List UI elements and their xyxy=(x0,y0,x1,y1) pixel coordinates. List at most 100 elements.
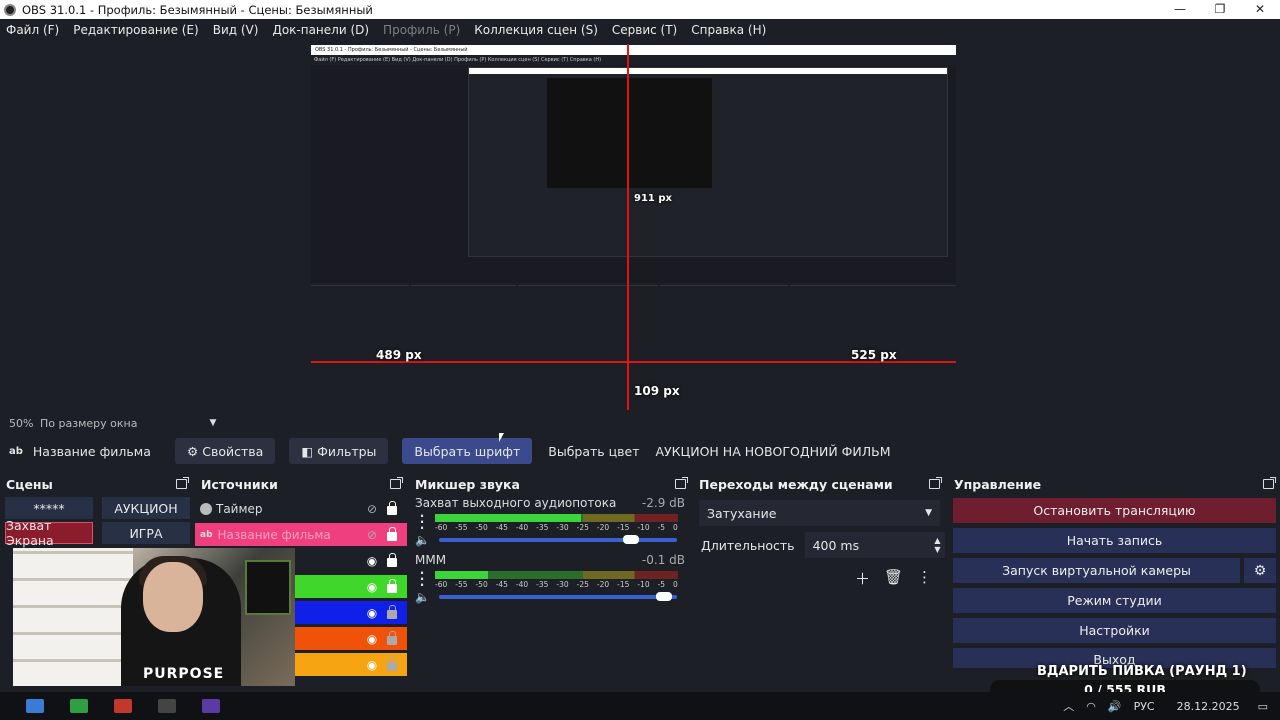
maximize-button[interactable]: ❐ xyxy=(1200,0,1240,19)
source-label: Таймер xyxy=(216,501,263,516)
notification-icon[interactable]: ▭ xyxy=(1258,700,1268,713)
transitions-dock: Переходы между сценами Затухание ▼ Длите… xyxy=(693,474,946,686)
nested-sources-panel xyxy=(411,285,516,410)
add-icon[interactable]: ＋ xyxy=(855,568,870,589)
filters-button[interactable]: ◧ Фильтры xyxy=(289,438,389,464)
menu-file[interactable]: Файл (F) xyxy=(6,23,59,37)
properties-label: Свойства xyxy=(202,443,264,459)
start-record-button[interactable]: Начать запись xyxy=(953,528,1276,553)
transition-select[interactable]: Затухание ▼ xyxy=(699,500,940,526)
virtual-cam-button[interactable]: Запуск виртуальной камеры xyxy=(953,558,1240,583)
scale-tick: -5 xyxy=(657,580,666,589)
studio-mode-button[interactable]: Режим студии xyxy=(953,588,1276,613)
source-item[interactable]: Таймер ⊘ xyxy=(195,497,407,520)
measure-label-top: 911 px xyxy=(634,193,672,204)
streamer-face xyxy=(143,562,203,632)
eye-icon[interactable]: ◉ xyxy=(365,606,379,620)
explorer-icon[interactable] xyxy=(26,699,44,713)
lock-icon[interactable] xyxy=(387,605,397,619)
eye-hidden-icon[interactable]: ⊘ xyxy=(365,528,379,542)
menu-tools[interactable]: Сервис (T) xyxy=(612,23,677,37)
choose-color-button[interactable]: Выбрать цвет xyxy=(536,438,651,464)
popout-icon[interactable] xyxy=(1263,477,1276,489)
meter-row: · · · -60 -55 -50 -45 -40 -35 -30 -25 -20 -15 -10 -5 0 xyxy=(415,567,692,591)
eye-icon[interactable]: ◉ xyxy=(365,658,379,672)
scale-tick: -20 xyxy=(596,580,610,589)
measure-label-right: 525 px xyxy=(851,348,897,362)
popout-icon[interactable] xyxy=(675,477,688,489)
window-controls: — ❐ ✕ xyxy=(1160,0,1280,19)
meter-row: · · · -60 -55 -50 -45 -40 -35 -30 -25 -20 -15 -10 -5 0 xyxy=(415,510,692,534)
slider-knob[interactable] xyxy=(656,592,673,601)
volume-slider[interactable] xyxy=(439,592,677,601)
mixer-header: Микшер звука xyxy=(409,474,692,494)
obs-taskbar-icon[interactable] xyxy=(158,699,176,713)
menu-view[interactable]: Вид (V) xyxy=(213,23,259,37)
browser-icon[interactable] xyxy=(70,699,88,713)
volume-meter: -60 -55 -50 -45 -40 -35 -30 -25 -20 -15 -10 -5 0 xyxy=(435,514,678,532)
language-indicator[interactable]: РУС xyxy=(1134,700,1155,713)
source-item[interactable]: ab Название фильма ⊘ xyxy=(195,523,407,546)
eye-icon[interactable]: ◉ xyxy=(365,554,379,568)
lock-icon[interactable] xyxy=(387,631,397,645)
gear-icon[interactable]: ⚙ xyxy=(1244,558,1276,583)
app-icon[interactable] xyxy=(114,699,132,713)
lock-icon[interactable] xyxy=(387,553,397,567)
slider-knob[interactable] xyxy=(622,535,639,544)
track-db: -2.9 dB xyxy=(641,496,685,510)
popout-icon[interactable] xyxy=(929,477,942,489)
speaker-icon[interactable]: 🔈 xyxy=(415,533,430,547)
bookshelf xyxy=(13,548,133,686)
track-db: -0.1 dB xyxy=(641,553,685,567)
app-icon[interactable] xyxy=(202,699,220,713)
choose-font-button[interactable]: Выбрать шрифт xyxy=(402,438,533,464)
sources-header: Источники xyxy=(195,474,407,494)
duration-input[interactable]: 400 ms ▲ ▼ xyxy=(804,532,945,558)
scale-tick: -30 xyxy=(556,523,569,532)
volume-slider[interactable] xyxy=(439,535,677,544)
trash-icon[interactable]: 🗑 xyxy=(884,568,903,589)
eye-hidden-icon[interactable]: ⊘ xyxy=(365,502,379,516)
scene-item[interactable]: АУКЦИОН xyxy=(102,497,190,519)
settings-button[interactable]: Настройки xyxy=(953,618,1276,643)
wifi-icon[interactable]: ◠ xyxy=(1086,700,1096,713)
more-icon[interactable]: · · · xyxy=(415,567,429,591)
volume-icon[interactable]: 🔊 xyxy=(1108,700,1122,713)
properties-button[interactable]: ⚙ Свойства xyxy=(175,438,276,464)
scale-dropdown-icon[interactable]: ▼ xyxy=(209,418,216,428)
scene-item-active[interactable]: Захват Экрана xyxy=(5,518,93,548)
lock-icon[interactable] xyxy=(387,501,397,515)
popout-icon[interactable] xyxy=(390,477,403,489)
eye-icon[interactable]: ◉ xyxy=(365,632,379,646)
lock-icon[interactable] xyxy=(387,657,397,671)
eye-icon[interactable]: ◉ xyxy=(365,580,379,594)
nested-obs-window xyxy=(468,67,948,257)
close-button[interactable]: ✕ xyxy=(1240,0,1280,19)
more-icon[interactable]: · · · xyxy=(415,510,429,534)
sources-title: Источники xyxy=(201,476,278,492)
scale-tick: 0 xyxy=(673,580,678,589)
menu-profile: Профиль (P) xyxy=(383,22,461,37)
chevron-up-icon[interactable]: ︿ xyxy=(1063,698,1074,714)
scene-item[interactable]: ***** xyxy=(5,497,93,519)
scene-item[interactable]: ИГРА xyxy=(102,522,190,544)
menu-help[interactable]: Справка (H) xyxy=(691,23,766,37)
stop-stream-button[interactable]: Остановить трансляцию xyxy=(953,498,1276,523)
volume-row: 🔈 xyxy=(415,590,692,604)
menu-docks[interactable]: Док-панели (D) xyxy=(272,23,369,37)
timer-icon xyxy=(200,502,212,515)
menu-scene-collection[interactable]: Коллекция сцен (S) xyxy=(474,23,598,37)
lock-icon[interactable] xyxy=(387,527,397,541)
scale-tick: -30 xyxy=(556,580,569,589)
speaker-icon[interactable]: 🔈 xyxy=(415,590,430,604)
minimize-button[interactable]: — xyxy=(1160,0,1200,19)
meter-scale: -60 -55 -50 -45 -40 -35 -30 -25 -20 -15 -10 -5 0 xyxy=(435,580,678,589)
popout-icon[interactable] xyxy=(176,477,189,489)
more-icon[interactable]: ⋮ xyxy=(917,568,932,589)
spin-arrows-icon[interactable]: ▲ ▼ xyxy=(934,536,940,554)
lock-icon[interactable] xyxy=(387,579,397,593)
scale-tick: -15 xyxy=(617,580,630,589)
menu-edit[interactable]: Редактирование (E) xyxy=(73,23,198,37)
donation-headline: ВДАРИТЬ ПИВКА (РАУНД 1) xyxy=(1037,664,1247,679)
scale-mode[interactable]: По размеру окна xyxy=(40,417,137,430)
